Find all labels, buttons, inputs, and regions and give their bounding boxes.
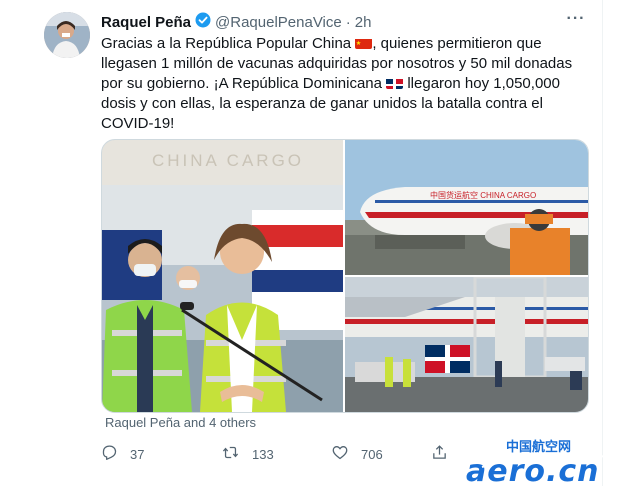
watermark-cn: 中国航空网 <box>506 439 571 455</box>
share-icon <box>431 444 448 464</box>
plane-livery: 中国货运航空 CHINA CARGO <box>430 190 536 200</box>
media-grid[interactable]: CHINA CARGO 中国货运航空 CHINA CARGO <box>101 139 589 413</box>
tagged-people[interactable]: Raquel Peña and 4 others <box>101 415 256 430</box>
china-flag-icon <box>355 37 373 49</box>
tweet-text: Gracias a la República Popular China , q… <box>101 34 576 134</box>
photo-cargo-plane[interactable]: 中国货运航空 CHINA CARGO <box>345 140 588 275</box>
author-name[interactable]: Raquel Peña <box>101 14 191 31</box>
retweet-button[interactable]: 133 <box>221 444 331 464</box>
like-button[interactable]: 706 <box>331 444 431 464</box>
tweet-text-part1: Gracias a la República Popular China <box>101 35 352 52</box>
dominican-flag-icon <box>386 77 404 89</box>
reply-count: 37 <box>130 446 145 462</box>
like-count: 706 <box>361 446 383 462</box>
tweet-card[interactable]: Raquel Peña @RaquelPenaVice · 2h ··· Gra… <box>30 0 603 486</box>
retweet-count: 133 <box>252 446 274 462</box>
avatar[interactable] <box>44 12 90 58</box>
aero-cn-watermark: 中国航空网 aero.cn <box>464 437 614 489</box>
cargo-sign: CHINA CARGO <box>152 151 304 170</box>
timestamp[interactable]: 2h <box>355 14 372 31</box>
watermark-en: aero.cn <box>466 454 600 487</box>
tweet-header: Raquel Peña @RaquelPenaVice · 2h <box>101 12 371 32</box>
more-icon[interactable]: ··· <box>566 11 586 31</box>
retweet-icon <box>221 444 240 464</box>
tagged-label[interactable]: Raquel Peña and 4 others <box>105 415 256 430</box>
reply-icon <box>101 444 118 464</box>
author-handle[interactable]: @RaquelPenaVice <box>215 14 342 31</box>
separator: · <box>345 13 351 31</box>
verified-badge-icon <box>195 12 211 32</box>
photo-officials[interactable]: CHINA CARGO <box>102 140 343 412</box>
photo-unloading[interactable] <box>345 275 588 412</box>
like-icon <box>331 444 349 464</box>
reply-button[interactable]: 37 <box>101 444 221 464</box>
